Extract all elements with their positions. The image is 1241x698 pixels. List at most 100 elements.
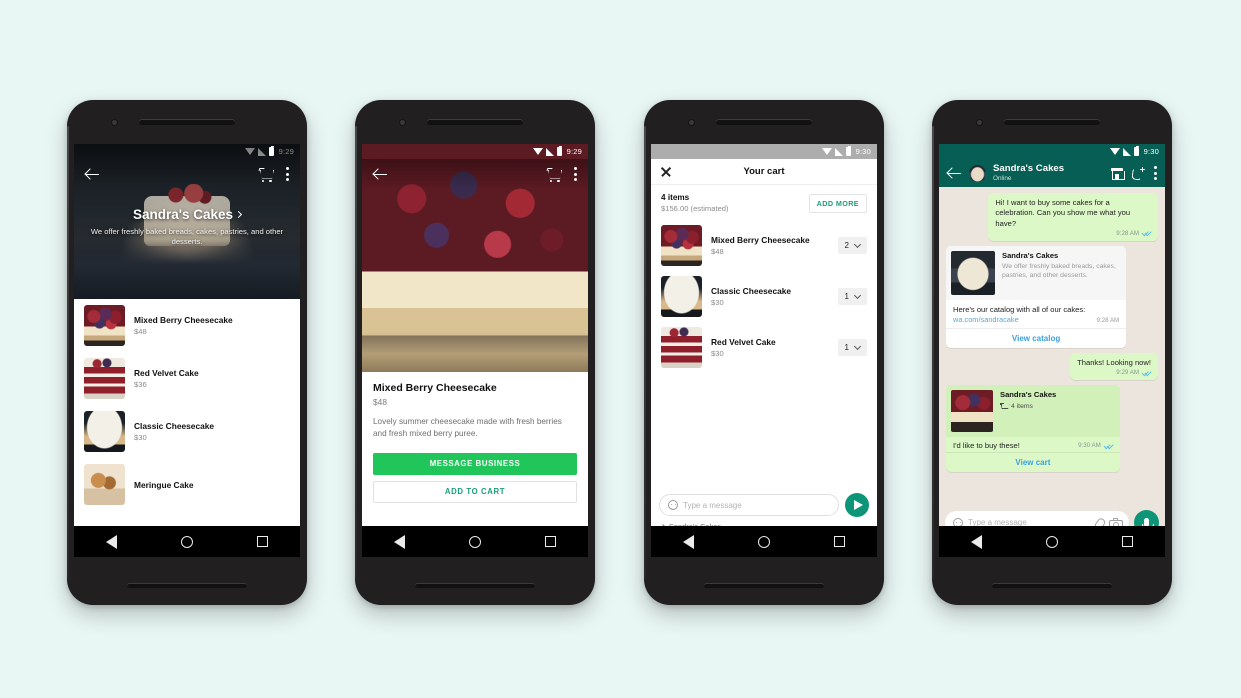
product-price: $48 bbox=[134, 327, 147, 336]
table-row[interactable]: Mixed Berry Cheesecake $48 2 bbox=[651, 220, 877, 271]
overflow-menu-icon[interactable] bbox=[1154, 166, 1157, 180]
cart-wheels-icon bbox=[261, 179, 272, 183]
view-cart-button[interactable]: View cart bbox=[946, 452, 1120, 472]
message-business-button[interactable]: MESSAGE BUSINESS bbox=[373, 452, 577, 475]
cart-message-body: I'd like to buy these! 9:30 AM bbox=[946, 437, 1120, 452]
wifi-icon bbox=[532, 148, 543, 155]
overflow-menu-icon[interactable] bbox=[286, 167, 289, 181]
product-info: Classic Cheesecake $30 bbox=[711, 286, 829, 307]
nav-back-icon[interactable] bbox=[394, 534, 405, 549]
product-price: $30 bbox=[711, 298, 724, 307]
phone-product-detail: 9:29 Mixed Berry Cheesecake $48 Lovely s… bbox=[355, 100, 595, 605]
nav-home-icon[interactable] bbox=[181, 535, 193, 548]
message-placeholder: Type a message bbox=[683, 500, 742, 510]
catalog-toolbar bbox=[74, 159, 300, 189]
nav-recents-icon[interactable] bbox=[257, 536, 268, 547]
cart-total-price: $156.00 (estimated) bbox=[661, 204, 729, 213]
business-hero-banner: 9:29 Sandra's Cakes We offer freshly bbox=[74, 144, 300, 299]
catalog-preview: Sandra's Cakes We offer freshly baked br… bbox=[946, 245, 1127, 300]
store-icon[interactable] bbox=[1111, 167, 1125, 180]
list-item[interactable]: Meringue Cake bbox=[74, 458, 300, 511]
product-thumbnail bbox=[84, 411, 125, 452]
message-text: Hi! I want to buy some cakes for a celeb… bbox=[995, 198, 1131, 228]
cart-icon[interactable] bbox=[547, 167, 562, 183]
send-icon bbox=[854, 500, 863, 510]
list-item[interactable]: Mixed Berry Cheesecake $48 bbox=[74, 299, 300, 352]
page-title: Your cart bbox=[743, 166, 785, 177]
list-item[interactable]: Classic Cheesecake $30 bbox=[74, 405, 300, 458]
avatar[interactable] bbox=[969, 164, 986, 182]
chat-header: Sandra's Cakes Online bbox=[939, 159, 1165, 187]
product-name: Mixed Berry Cheesecake bbox=[134, 315, 233, 325]
chevron-down-icon bbox=[853, 240, 862, 249]
android-navigation-bar bbox=[74, 526, 300, 557]
product-thumbnail bbox=[84, 305, 125, 346]
cart-summary-text: 4 items $156.00 (estimated) bbox=[661, 193, 729, 213]
send-button[interactable] bbox=[845, 493, 869, 517]
back-icon[interactable] bbox=[947, 166, 962, 181]
nav-recents-icon[interactable] bbox=[545, 536, 556, 547]
chevron-down-icon bbox=[853, 291, 862, 300]
bottom-speaker-bar bbox=[992, 583, 1112, 588]
overflow-menu-icon[interactable] bbox=[574, 167, 577, 181]
message-time: 9:29 AM bbox=[1116, 369, 1139, 376]
detail-toolbar bbox=[362, 159, 588, 189]
emoji-icon[interactable] bbox=[668, 500, 678, 510]
nav-recents-icon[interactable] bbox=[1122, 536, 1133, 547]
view-catalog-button[interactable]: View catalog bbox=[946, 327, 1127, 348]
cart-thumbnail bbox=[951, 390, 993, 432]
call-add-icon[interactable] bbox=[1132, 166, 1145, 180]
phone4-screen: 9:30 Sandra's Cakes Online Hi! I want to… bbox=[939, 144, 1165, 539]
cart-preview: Sandra's Cakes 4 items bbox=[946, 385, 1120, 437]
back-icon[interactable] bbox=[373, 167, 388, 182]
product-name: Red Velvet Cake bbox=[711, 337, 776, 347]
business-name-row[interactable]: Sandra's Cakes bbox=[132, 207, 243, 222]
cart-summary: 4 items $156.00 (estimated) ADD MORE bbox=[651, 185, 877, 220]
message-input[interactable]: Type a message bbox=[659, 494, 839, 516]
message-text: Thanks! Looking now! bbox=[1077, 357, 1151, 367]
quantity-value: 1 bbox=[844, 343, 849, 352]
table-row[interactable]: Red Velvet Cake $30 1 bbox=[651, 322, 877, 373]
product-price: $30 bbox=[711, 349, 724, 358]
read-receipt-icon bbox=[1142, 230, 1151, 236]
nav-home-icon[interactable] bbox=[469, 535, 481, 548]
product-thumbnail bbox=[661, 327, 702, 368]
product-info: Meringue Cake bbox=[134, 480, 290, 490]
quantity-stepper[interactable]: 1 bbox=[837, 339, 867, 356]
chat-bubble-outgoing: Hi! I want to buy some cakes for a celeb… bbox=[988, 193, 1158, 241]
chat-identity[interactable]: Sandra's Cakes Online bbox=[993, 163, 1064, 182]
chevron-down-icon bbox=[853, 342, 862, 351]
nav-recents-icon[interactable] bbox=[834, 536, 845, 547]
product-info: Red Velvet Cake $30 bbox=[711, 337, 829, 358]
cart-screen: Your cart 4 items $156.00 (estimated) AD… bbox=[651, 159, 877, 539]
product-name: Red Velvet Cake bbox=[134, 368, 199, 378]
nav-home-icon[interactable] bbox=[1046, 535, 1058, 548]
list-item[interactable]: Red Velvet Cake $36 bbox=[74, 352, 300, 405]
message-meta: 9:28 AM bbox=[995, 230, 1151, 237]
bottom-speaker-bar bbox=[127, 583, 247, 588]
cart-icon[interactable] bbox=[259, 167, 274, 183]
quantity-stepper[interactable]: 1 bbox=[837, 288, 867, 305]
business-name: Sandra's Cakes bbox=[132, 207, 234, 222]
nav-back-icon[interactable] bbox=[971, 534, 982, 549]
add-more-button[interactable]: ADD MORE bbox=[808, 193, 867, 213]
signal-icon bbox=[545, 147, 554, 156]
quantity-value: 1 bbox=[844, 292, 849, 301]
status-bar: 9:29 bbox=[362, 144, 588, 159]
add-to-cart-button[interactable]: ADD TO CART bbox=[373, 480, 577, 503]
earpiece-speaker bbox=[716, 119, 812, 125]
business-header: Sandra's Cakes We offer freshly baked br… bbox=[74, 206, 300, 248]
bottom-speaker-bar bbox=[704, 583, 824, 588]
hero-base-decor bbox=[362, 332, 588, 372]
phone-whatsapp-chat: 9:30 Sandra's Cakes Online Hi! I want to… bbox=[932, 100, 1172, 605]
front-camera-icon bbox=[976, 119, 983, 126]
chat-message-list: Hi! I want to buy some cakes for a celeb… bbox=[939, 187, 1165, 506]
battery-icon bbox=[1133, 145, 1139, 156]
nav-back-icon[interactable] bbox=[106, 534, 117, 549]
phone-cart: 9:30 Your cart 4 items $156.00 (estimate… bbox=[644, 100, 884, 605]
back-icon[interactable] bbox=[85, 167, 100, 182]
nav-back-icon[interactable] bbox=[683, 534, 694, 549]
table-row[interactable]: Classic Cheesecake $30 1 bbox=[651, 271, 877, 322]
nav-home-icon[interactable] bbox=[758, 535, 770, 548]
quantity-stepper[interactable]: 2 bbox=[837, 237, 867, 254]
